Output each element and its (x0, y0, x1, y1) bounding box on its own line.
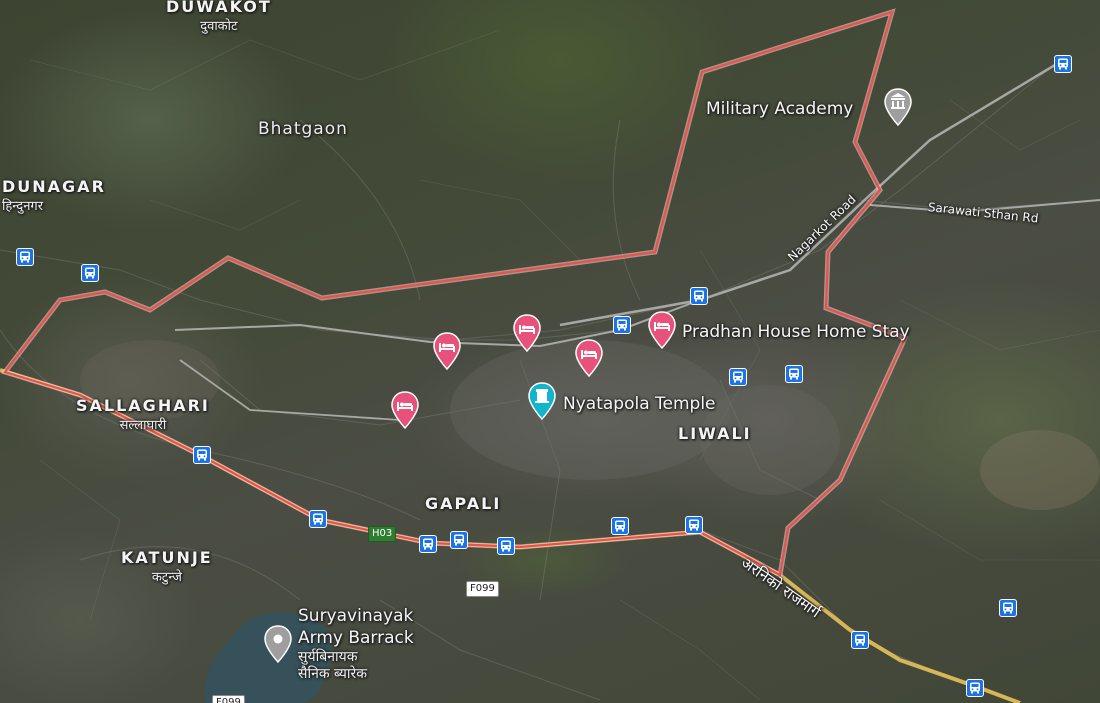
bus-stop-icon[interactable] (497, 537, 515, 555)
bus-stop-icon[interactable] (450, 531, 468, 549)
area-name: GAPALI (425, 494, 502, 513)
hotel-icon[interactable] (432, 331, 462, 371)
bus-stop-icon[interactable] (966, 679, 984, 697)
museum-icon[interactable] (883, 87, 913, 127)
place-label-pradhan-house[interactable]: Pradhan House Home Stay (682, 322, 910, 342)
place-name-line: Army Barrack (298, 628, 414, 648)
area-name: KATUNJE (121, 548, 213, 567)
bus-stop-icon[interactable] (1054, 55, 1072, 73)
bus-stop-icon[interactable] (309, 510, 327, 528)
area-native-name: सल्लाघारी (119, 418, 167, 433)
bus-stop-icon[interactable] (851, 631, 869, 649)
hotel-icon[interactable] (647, 310, 677, 350)
satellite-map[interactable]: DUWAKOT दुवाकोट DUNAGAR हिन्दुनगर SALLAG… (0, 0, 1100, 703)
temple-icon[interactable] (527, 381, 557, 421)
area-native-name: कटुन्जे (151, 570, 182, 585)
route-shield-h03: H03 (368, 526, 397, 542)
place-label-military-academy[interactable]: Military Academy (706, 99, 853, 119)
route-shield-f099: F099 (466, 581, 499, 597)
place-label-nyatapola-temple[interactable]: Nyatapola Temple (563, 394, 716, 414)
bus-stop-icon[interactable] (81, 264, 99, 282)
area-name: SALLAGHARI (76, 396, 210, 415)
bus-stop-icon[interactable] (611, 517, 629, 535)
area-name: DUNAGAR (2, 177, 106, 196)
hotel-icon[interactable] (512, 313, 542, 353)
bus-stop-icon[interactable] (16, 248, 34, 266)
bus-stop-icon[interactable] (193, 446, 211, 464)
hotel-icon[interactable] (574, 338, 604, 378)
area-label-liwali: LIWALI (678, 424, 752, 443)
area-label-gapali: GAPALI (425, 494, 501, 513)
locality-label-bhatgaon: Bhatgaon (258, 119, 348, 139)
area-label-dunagar: DUNAGAR हिन्दुनगर (2, 177, 106, 214)
area-name: LIWALI (678, 424, 752, 443)
place-label-suryavinayak-army-barrack[interactable]: Suryavinayak Army Barrack सुर्यबिनायक सै… (298, 605, 414, 683)
bus-stop-icon[interactable] (419, 535, 437, 553)
place-name-line: Suryavinayak (298, 606, 414, 626)
area-native-name: हिन्दुनगर (2, 199, 44, 214)
area-label-sallaghari: SALLAGHARI सल्लाघारी (76, 396, 210, 433)
area-native-name: दुवाकोट (200, 19, 238, 34)
area-label-katunje: KATUNJE कटुन्जे (121, 548, 213, 585)
place-native-name: सैनिक ब्यारेक (298, 666, 367, 682)
map-terrain-texture (0, 8, 1100, 703)
place-native-name: सुर्यबिनायक (298, 649, 358, 665)
area-label-duwakot: DUWAKOT दुवाकोट (166, 0, 272, 34)
route-shield-f099: F099 (212, 695, 245, 703)
bus-stop-icon[interactable] (785, 365, 803, 383)
bus-stop-icon[interactable] (685, 516, 703, 534)
bus-stop-icon[interactable] (690, 287, 708, 305)
bus-stop-icon[interactable] (999, 599, 1017, 617)
bus-stop-icon[interactable] (729, 368, 747, 386)
bus-stop-icon[interactable] (613, 316, 631, 334)
area-name: DUWAKOT (166, 0, 272, 16)
hotel-icon[interactable] (390, 390, 420, 430)
place-icon[interactable] (263, 624, 293, 664)
